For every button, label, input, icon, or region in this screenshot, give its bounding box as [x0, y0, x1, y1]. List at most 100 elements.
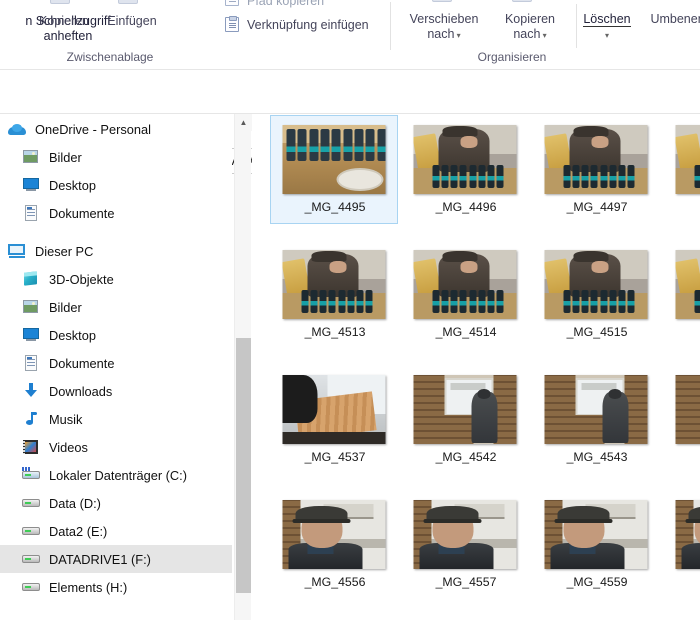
copy-button[interactable]: Kopieren: [32, 14, 96, 29]
file-tile[interactable]: _MG_4513: [270, 240, 398, 349]
file-tile[interactable]: _MG_4495: [270, 115, 398, 224]
ribbon-toolbar: n Schnellzugriff anheften Kopieren Einfü…: [0, 0, 700, 70]
file-tile[interactable]: [663, 615, 700, 620]
file-tile[interactable]: [532, 615, 660, 620]
file-thumbnail[interactable]: [544, 500, 648, 569]
sidebar-item-dieser-pc[interactable]: Dieser PC: [0, 237, 232, 265]
file-tile[interactable]: [663, 365, 700, 474]
file-list-grid[interactable]: _MG_4495 _MG_4496 _MG_4497 _MG_4513 _MG_4514…: [252, 114, 700, 620]
sidebar-item-3d-objekte[interactable]: 3D-Objekte: [0, 265, 232, 293]
file-tile[interactable]: _MG_4559: [532, 490, 660, 599]
file-thumbnail[interactable]: [544, 250, 648, 319]
file-thumbnail[interactable]: [675, 250, 700, 319]
paste-button[interactable]: Einfügen: [100, 14, 164, 29]
file-tile[interactable]: [663, 115, 700, 224]
sidebar-item-dokumente[interactable]: Dokumente: [0, 349, 232, 377]
ribbon-divider-1: [390, 2, 391, 50]
file-tile[interactable]: _MG_4515: [532, 240, 660, 349]
file-tile[interactable]: [663, 490, 700, 599]
3d-objects-icon: [22, 271, 40, 287]
file-thumbnail[interactable]: [413, 125, 517, 194]
move-to-button[interactable]: Verschieben nach ▾: [398, 12, 490, 43]
sidebar-item-datadrive1-f[interactable]: DATADRIVE1 (F:): [0, 545, 232, 573]
file-thumbnail[interactable]: [544, 375, 648, 444]
file-tile[interactable]: _MG_4556: [270, 490, 398, 599]
delete-chevron-icon[interactable]: ▾: [605, 31, 609, 40]
paste-shortcut-button[interactable]: Verknüpfung einfügen: [247, 18, 369, 33]
documents-icon: [22, 205, 40, 221]
sidebar-item-label: Downloads: [49, 383, 113, 399]
sidebar-item-label: Bilder: [49, 149, 82, 165]
music-icon: [22, 411, 40, 427]
paste-shortcut-icon: [225, 16, 239, 32]
file-thumbnail[interactable]: [675, 125, 700, 194]
sidebar-item-bilder[interactable]: Bilder: [0, 143, 232, 171]
file-thumbnail[interactable]: [413, 375, 517, 444]
move-to-label-line2: nach: [427, 27, 455, 41]
chevron-up-icon[interactable]: ▲: [235, 114, 252, 131]
desktop-icon: [22, 177, 40, 193]
sidebar-item-desktop[interactable]: Desktop: [0, 171, 232, 199]
sidebar-item-elements-h[interactable]: Elements (H:): [0, 573, 232, 601]
file-thumbnail[interactable]: [413, 500, 517, 569]
file-tile[interactable]: _MG_4543: [532, 365, 660, 474]
file-name-label: _MG_4537: [304, 450, 366, 464]
sidebar-item-downloads[interactable]: Downloads: [0, 377, 232, 405]
rename-button[interactable]: Umbenennen: [638, 12, 700, 27]
documents-icon: [22, 355, 40, 371]
file-tile[interactable]: _MG_4496: [401, 115, 529, 224]
file-tile[interactable]: [663, 240, 700, 349]
sidebar-item-videos[interactable]: Videos: [0, 433, 232, 461]
sidebar-item-musik[interactable]: Musik: [0, 405, 232, 433]
sidebar-item-data-d[interactable]: Data (D:): [0, 489, 232, 517]
copy-to-label-line2: nach: [513, 27, 541, 41]
file-tile[interactable]: [270, 615, 398, 620]
file-tile[interactable]: _MG_4497: [532, 115, 660, 224]
file-name-label: _MG_4513: [304, 325, 366, 339]
sidebar-item-desktop[interactable]: Desktop: [0, 321, 232, 349]
sidebar-item-label: Lokaler Datenträger (C:): [49, 467, 187, 483]
file-thumbnail[interactable]: [675, 500, 700, 569]
file-tile[interactable]: _MG_4537: [270, 365, 398, 474]
file-name-label: _MG_4515: [566, 325, 628, 339]
file-thumbnail[interactable]: [282, 500, 386, 569]
sidebar-item-lokaler-datentr-ger-c[interactable]: Lokaler Datenträger (C:): [0, 461, 232, 489]
move-to-chevron-icon[interactable]: ▾: [454, 31, 461, 40]
file-thumbnail[interactable]: [544, 125, 648, 194]
scrollbar-thumb[interactable]: [236, 338, 251, 593]
file-name-label: _MG_4497: [566, 200, 628, 214]
sidebar-item-bilder[interactable]: Bilder: [0, 293, 232, 321]
delete-label: Löschen: [583, 12, 631, 27]
file-tile[interactable]: _MG_4542: [401, 365, 529, 474]
file-tile[interactable]: _MG_4514: [401, 240, 529, 349]
sidebar-item-label: Elements (H:): [49, 579, 128, 595]
file-thumbnail[interactable]: [282, 375, 386, 444]
sidebar-item-label: Desktop: [49, 177, 96, 193]
copy-to-chevron-icon[interactable]: ▾: [540, 31, 547, 40]
file-name-label: _MG_4542: [435, 450, 497, 464]
address-bar: ← → ⌄ ↑ › Dieser PC › DATADRIVE1 (F:) › …: [0, 70, 700, 174]
drive-icon: [22, 579, 40, 595]
copy-icon: [50, 0, 70, 4]
sidebar-item-label: Desktop: [49, 327, 96, 343]
pictures-icon: [22, 149, 40, 165]
copy-path-button[interactable]: Pfad kopieren: [247, 0, 324, 8]
navigation-pane-scrollbar[interactable]: ▲: [234, 114, 252, 620]
file-thumbnail[interactable]: [282, 250, 386, 319]
ribbon-clipboard-commands: Pfad kopieren Verknüpfung einfügen: [205, 0, 385, 70]
drive-icon: [22, 523, 40, 539]
file-tile[interactable]: [401, 615, 529, 620]
file-thumbnail[interactable]: [282, 125, 386, 194]
system-drive-icon: [22, 467, 40, 483]
sidebar-item-label: Bilder: [49, 299, 82, 315]
drive-icon: [22, 495, 40, 511]
file-tile[interactable]: _MG_4557: [401, 490, 529, 599]
file-thumbnail[interactable]: [413, 250, 517, 319]
sidebar-item-onedrive-personal[interactable]: OneDrive - Personal: [0, 115, 232, 143]
sidebar-item-dokumente[interactable]: Dokumente: [0, 199, 232, 227]
copy-to-button[interactable]: Kopieren nach ▾: [490, 12, 570, 43]
sidebar-item-data2-e[interactable]: Data2 (E:): [0, 517, 232, 545]
sidebar-item-label: Dokumente: [49, 205, 115, 221]
delete-button[interactable]: Löschen ▾: [578, 12, 636, 43]
file-thumbnail[interactable]: [675, 375, 700, 444]
